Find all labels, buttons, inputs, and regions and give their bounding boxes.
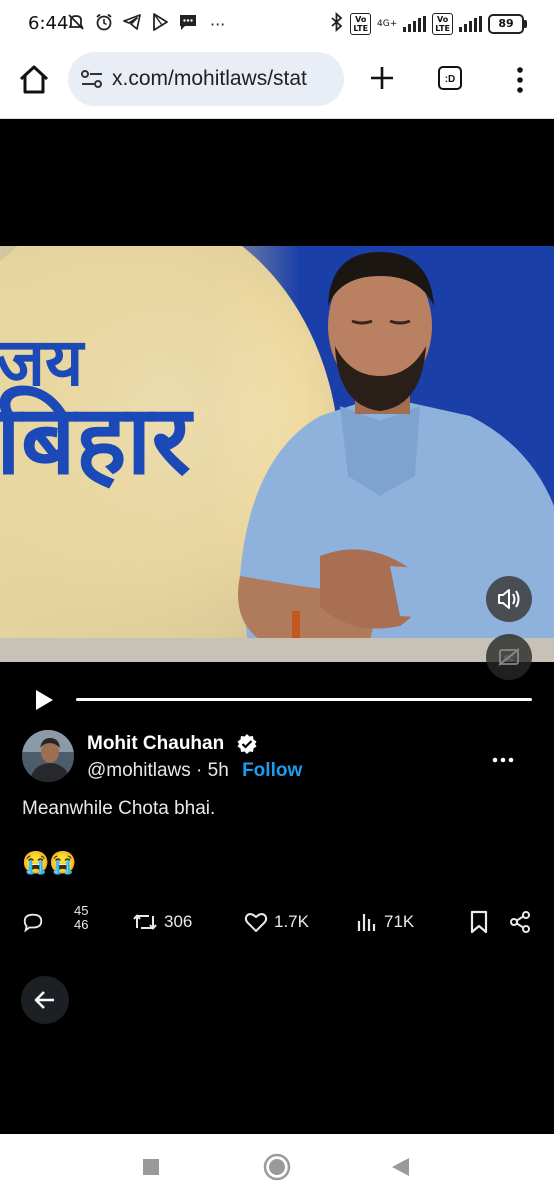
alarm-icon: [94, 12, 114, 37]
tweet-time[interactable]: 5h: [208, 760, 229, 781]
heart-icon: [244, 913, 268, 932]
status-notification-icons: ···: [66, 12, 225, 37]
reply-icon: [23, 913, 43, 933]
system-nav-bar: [0, 1134, 554, 1200]
verified-badge-icon: [236, 733, 258, 755]
plus-icon: [371, 67, 393, 89]
bluetooth-icon: [330, 11, 344, 36]
captions-off-icon: CC: [498, 648, 520, 666]
back-button[interactable]: [21, 976, 69, 1024]
share-icon: [510, 911, 530, 933]
bookmark-icon: [470, 910, 488, 934]
speaker-icon: [498, 589, 520, 609]
like-button[interactable]: 1.7K: [244, 904, 309, 940]
reply-button[interactable]: 45 46: [22, 904, 88, 940]
views-button[interactable]: 71K: [356, 904, 414, 940]
video-overlay-title: जय बिहार: [0, 330, 191, 496]
more-horizontal-icon: [492, 757, 514, 763]
kebab-menu-icon: [517, 67, 523, 93]
tweet-emoji: 😭😭: [22, 850, 77, 875]
like-count: 1.7K: [274, 912, 309, 931]
reply-count-bottom: 46: [74, 917, 89, 932]
browser-menu-button[interactable]: [510, 66, 530, 94]
home-circle-icon[interactable]: [263, 1153, 291, 1181]
url-text[interactable]: x.com/mohitlaws/stat: [112, 67, 307, 91]
more-notifications-icon: ···: [210, 14, 226, 34]
bookmark-button[interactable]: [468, 904, 490, 940]
reply-count-top: 45: [74, 904, 89, 918]
address-bar[interactable]: x.com/mohitlaws/stat: [68, 52, 344, 106]
view-count: 71K: [384, 912, 415, 931]
status-bar: 6:44 ··· Vo LTE 4G+ Vo LTE 89: [0, 0, 554, 46]
volte-badge-sim1: Vo LTE: [350, 13, 372, 35]
status-system-icons: Vo LTE 4G+ Vo LTE 89: [330, 11, 527, 36]
tweet-actions: 45 46 306 1.7K 71K: [0, 904, 554, 940]
network-type: 4G+: [377, 18, 398, 29]
volte-badge-sim2: Vo LTE: [432, 13, 453, 35]
video-player[interactable]: जय बिहार: [0, 246, 554, 662]
author-name[interactable]: Mohit Chauhan: [87, 733, 224, 755]
author-avatar[interactable]: [22, 730, 74, 782]
play-button[interactable]: [32, 688, 56, 712]
mute-icon: [66, 12, 86, 37]
battery-indicator: 89: [488, 14, 527, 34]
status-time: 6:44: [28, 13, 69, 34]
home-icon: [19, 65, 49, 94]
play-icon: [36, 690, 53, 710]
home-button[interactable]: [16, 62, 52, 98]
tab-switcher-button[interactable]: :D: [438, 66, 462, 90]
message-icon: [178, 12, 198, 37]
follow-button[interactable]: Follow: [242, 760, 302, 781]
desk: [0, 638, 554, 662]
browser-toolbar: x.com/mohitlaws/stat :D: [0, 46, 554, 119]
video-progress-bar[interactable]: [76, 698, 532, 701]
video-overlay-line2: बिहार: [0, 384, 191, 496]
meta-separator: ·: [190, 760, 208, 781]
signal-sim2-icon: [459, 16, 482, 32]
captions-button[interactable]: CC: [486, 634, 532, 680]
share-button[interactable]: [508, 904, 532, 940]
back-triangle-icon[interactable]: [390, 1157, 410, 1177]
analytics-icon: [357, 914, 376, 931]
site-settings-icon[interactable]: [80, 69, 104, 89]
retweet-icon: [133, 914, 157, 930]
play-store-icon: [150, 12, 170, 37]
author-handle[interactable]: @mohitlaws: [87, 760, 191, 781]
tweet-more-button[interactable]: [492, 752, 514, 763]
recents-square-icon[interactable]: [142, 1158, 160, 1176]
svg-text:CC: CC: [504, 655, 514, 663]
signal-sim1-icon: [403, 16, 427, 32]
author-meta: @mohitlaws · 5h Follow: [87, 760, 302, 782]
arrow-left-icon: [34, 991, 54, 1009]
volume-button[interactable]: [486, 576, 532, 622]
telegram-icon: [122, 12, 142, 37]
reply-count: 45 46: [74, 904, 100, 932]
retweet-button[interactable]: 306: [132, 904, 192, 940]
tweet-text: Meanwhile Chota bhai.: [22, 798, 216, 819]
new-tab-button[interactable]: [366, 62, 398, 94]
retweet-count: 306: [164, 912, 193, 931]
avatar-image: [22, 730, 74, 782]
